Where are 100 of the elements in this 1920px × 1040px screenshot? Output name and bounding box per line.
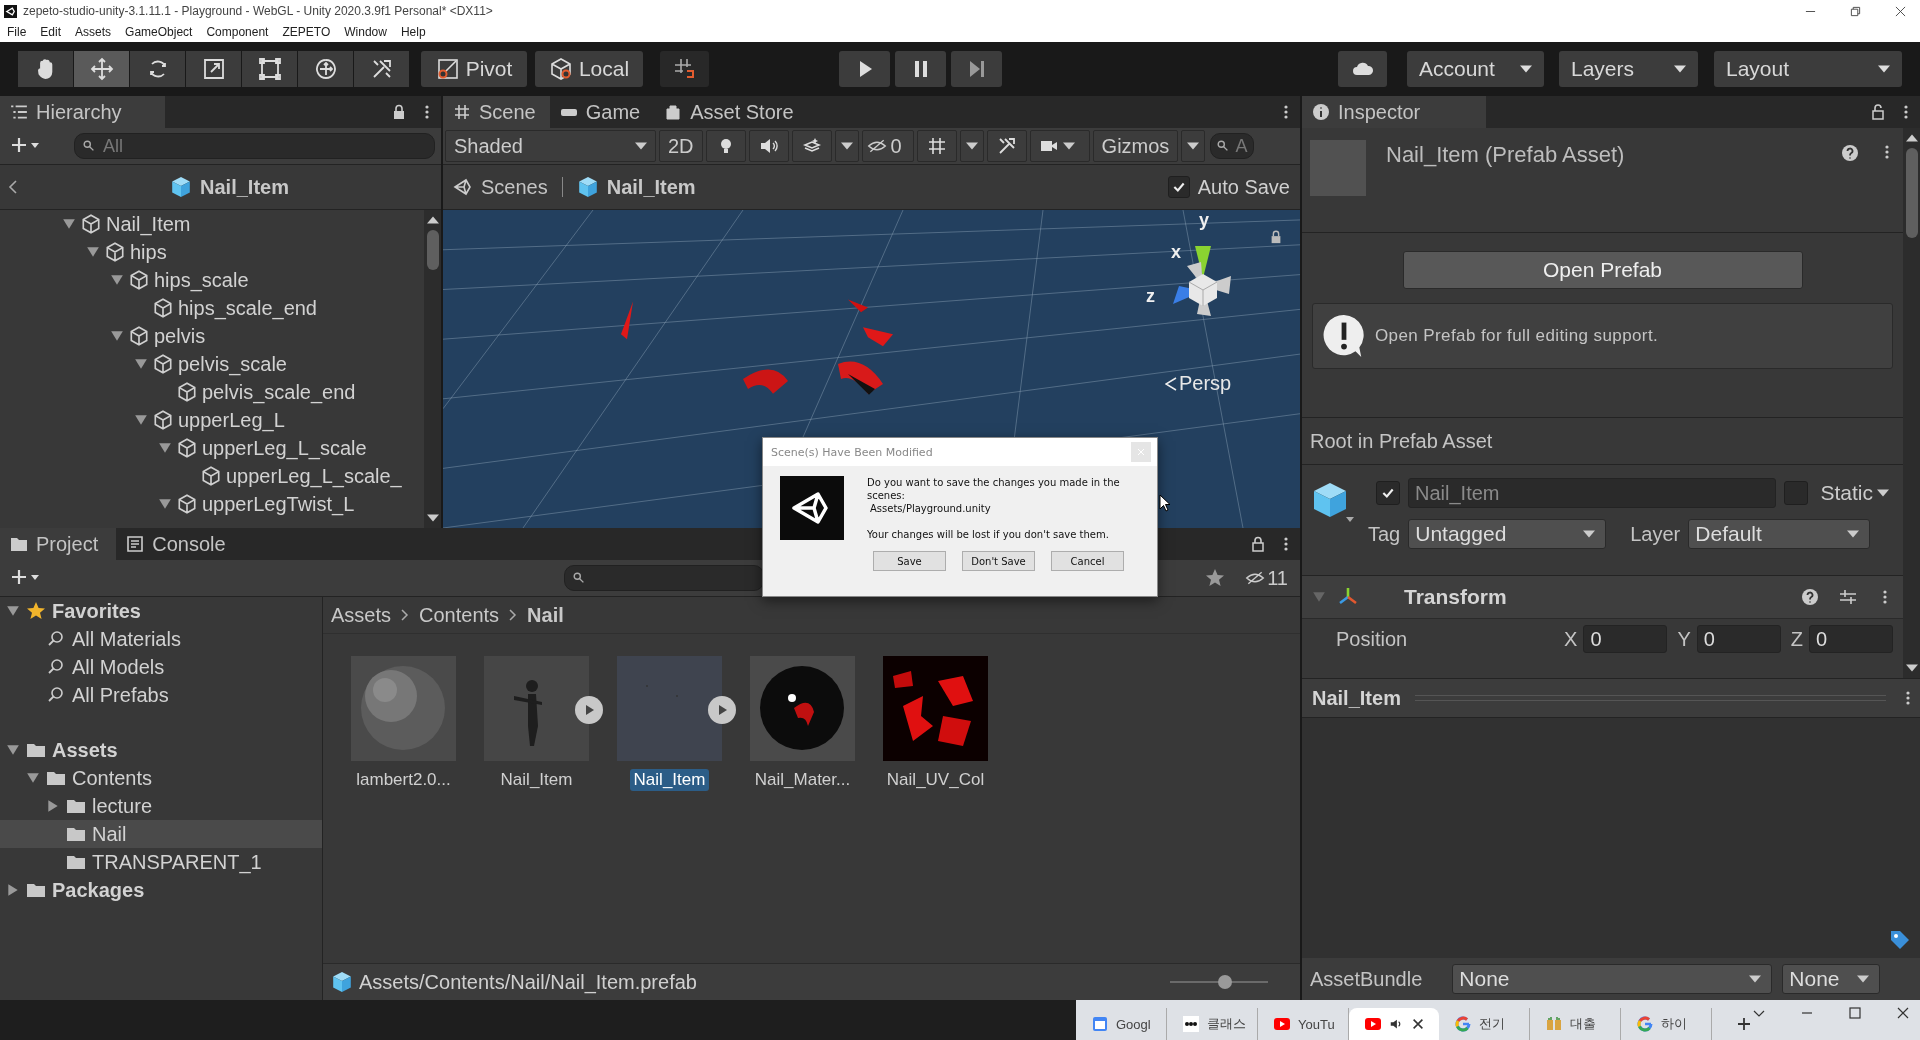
lighting-button[interactable] xyxy=(705,130,746,162)
grid-snap-button[interactable] xyxy=(660,51,709,87)
local-button[interactable]: Local xyxy=(535,51,643,87)
expand-button[interactable] xyxy=(708,696,736,724)
asset-name[interactable]: Nail_Item xyxy=(629,769,710,791)
breadcrumb-link[interactable]: Contents xyxy=(419,603,500,627)
menu-item[interactable]: Assets xyxy=(75,25,112,39)
help-icon[interactable] xyxy=(1841,144,1859,162)
speaker-icon[interactable] xyxy=(1389,1017,1403,1031)
account-dropdown[interactable]: Account xyxy=(1407,51,1544,87)
restore-icon[interactable] xyxy=(1850,5,1861,17)
view-tab[interactable]: Scene xyxy=(443,96,550,128)
number-field[interactable]: 0 xyxy=(1583,625,1668,653)
expand-button[interactable] xyxy=(575,696,603,724)
tool-button[interactable] xyxy=(74,51,129,87)
folder-row[interactable]: All Models xyxy=(0,653,322,681)
folder-row[interactable]: TRANSPARENT_1 xyxy=(0,848,322,876)
slider-thumb[interactable] xyxy=(1217,975,1232,989)
tag-dropdown[interactable]: Untagged xyxy=(1408,519,1607,549)
folder-row[interactable]: lecture xyxy=(0,792,322,820)
expand-arrow-icon[interactable] xyxy=(134,357,148,371)
menu-item[interactable]: Edit xyxy=(40,25,62,39)
tree-item[interactable]: upperLeg_L_scale_ xyxy=(226,464,402,488)
folder-row[interactable]: All Materials xyxy=(0,625,322,653)
maximize-icon[interactable] xyxy=(1848,1006,1862,1020)
projection-label[interactable]: Persp xyxy=(1165,372,1232,395)
asset-bundle-dropdown[interactable]: None xyxy=(1452,964,1773,994)
cloud-button[interactable] xyxy=(1338,51,1387,87)
close-icon[interactable] xyxy=(1896,1006,1910,1020)
scroll-up-icon[interactable] xyxy=(426,216,439,224)
shading-dropdown[interactable]: Shaded xyxy=(445,130,656,162)
folder-row[interactable]: Assets xyxy=(0,736,322,764)
close-icon[interactable] xyxy=(1895,5,1906,17)
tree-item[interactable]: upperLeg_L xyxy=(178,408,285,432)
scrollbar[interactable] xyxy=(424,210,441,528)
expand-arrow-icon[interactable] xyxy=(26,771,40,785)
panel-tab[interactable]: Console xyxy=(116,528,244,560)
menu-item[interactable]: Component xyxy=(206,25,269,39)
breadcrumb-link[interactable]: Nail xyxy=(527,603,564,627)
browser-tab[interactable]: 클래스 xyxy=(1167,1008,1258,1040)
lock-icon[interactable] xyxy=(1870,104,1886,120)
panel-tab[interactable]: Project xyxy=(0,528,117,560)
checkbox[interactable] xyxy=(1376,481,1400,505)
new-tab-icon[interactable] xyxy=(1736,1016,1752,1032)
folder-row[interactable]: Packages xyxy=(0,876,322,904)
expand-arrow-icon[interactable] xyxy=(86,245,100,259)
menu-item[interactable]: ZEPETO xyxy=(282,25,331,39)
tree-item[interactable]: upperLegTwist_L xyxy=(202,492,355,516)
scroll-down-icon[interactable] xyxy=(1905,664,1918,672)
folder-row[interactable]: Contents xyxy=(0,764,322,792)
asset-name[interactable]: Nail_Mater... xyxy=(750,769,855,791)
scroll-thumb[interactable] xyxy=(1905,148,1918,238)
menu-item[interactable]: File xyxy=(7,25,27,39)
asset-name[interactable]: Nail_Item xyxy=(496,769,577,791)
presets-icon[interactable] xyxy=(1839,588,1857,606)
browser-tab[interactable] xyxy=(1349,1008,1439,1040)
expand-arrow-icon[interactable] xyxy=(6,604,20,618)
folder-row[interactable]: All Prefabs xyxy=(0,681,322,709)
dropdown-button[interactable] xyxy=(1181,130,1206,162)
number-field[interactable]: 0 xyxy=(1809,625,1893,653)
scroll-thumb[interactable] xyxy=(426,230,439,270)
open-prefab-button[interactable]: Open Prefab xyxy=(1402,251,1803,289)
browser-tab[interactable]: 하이 xyxy=(1621,1008,1712,1040)
lock-icon[interactable] xyxy=(1250,536,1266,552)
hidden-objects-button[interactable]: 0 xyxy=(861,130,914,162)
tree-item[interactable]: pelvis_scale xyxy=(178,352,287,376)
tool-button[interactable] xyxy=(186,51,241,87)
dialog-button[interactable]: Save xyxy=(873,551,946,571)
folder-row[interactable]: Favorites xyxy=(0,597,322,625)
browser-tab[interactable]: YouTu xyxy=(1258,1008,1349,1040)
audio-button[interactable] xyxy=(748,130,789,162)
static-dropdown[interactable]: Static xyxy=(1816,481,1893,505)
expand-arrow-icon[interactable] xyxy=(110,273,124,287)
lock-icon[interactable] xyxy=(1269,230,1283,244)
expand-arrow-icon[interactable] xyxy=(6,883,20,897)
browser-tab[interactable]: 대출 xyxy=(1530,1008,1621,1040)
asset-name[interactable]: lambert2.0... xyxy=(352,769,455,791)
search-field[interactable] xyxy=(564,565,764,591)
2d-toggle[interactable]: 2D xyxy=(659,130,703,162)
number-field[interactable]: 0 xyxy=(1696,625,1781,653)
inspector-tab[interactable]: Inspector xyxy=(1302,96,1486,128)
dropdown-button[interactable] xyxy=(959,130,984,162)
menu-item[interactable]: Help xyxy=(400,25,426,39)
scroll-down-icon[interactable] xyxy=(426,514,439,522)
back-icon[interactable] xyxy=(8,179,18,195)
hidden-packages-button[interactable]: 11 xyxy=(1245,566,1294,590)
hierarchy-tab[interactable]: Hierarchy xyxy=(0,96,165,128)
breadcrumb-item[interactable]: Nail_Item xyxy=(606,175,696,199)
play-button[interactable] xyxy=(839,51,890,87)
tool-button[interactable] xyxy=(18,51,73,87)
component-header[interactable]: Transform xyxy=(1302,576,1903,619)
close-icon[interactable] xyxy=(1411,1017,1425,1031)
tool-button[interactable] xyxy=(298,51,353,87)
zoom-slider[interactable] xyxy=(1170,974,1268,990)
help-icon[interactable] xyxy=(1801,588,1819,606)
expand-arrow-icon[interactable] xyxy=(134,413,148,427)
pause-button[interactable] xyxy=(895,51,946,87)
menu-item[interactable]: GameObject xyxy=(125,25,193,39)
camera-dropdown[interactable] xyxy=(1029,130,1090,162)
expand-arrow-icon[interactable] xyxy=(158,497,172,511)
